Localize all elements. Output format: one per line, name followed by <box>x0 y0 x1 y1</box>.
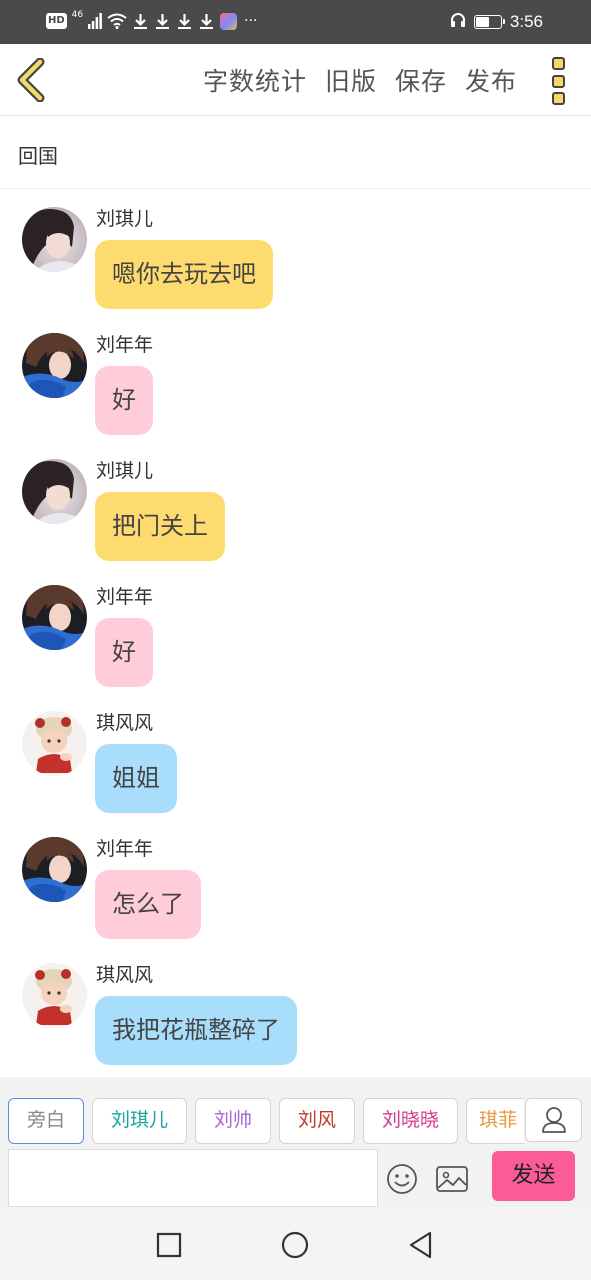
message-row[interactable]: 刘年年好 <box>0 568 591 688</box>
character-chip[interactable]: 刘晓晓 <box>363 1098 458 1144</box>
download-icon <box>198 13 215 30</box>
headphones-icon <box>450 12 466 32</box>
word-count-button[interactable]: 字数统计 <box>203 62 307 98</box>
sender-name: 刘年年 <box>96 838 154 860</box>
avatar-liunian <box>22 333 87 398</box>
more-notifications-icon: ··· <box>244 13 258 29</box>
system-nav-bar <box>0 1207 591 1280</box>
message-row[interactable]: 刘年年 怎么了 <box>0 820 591 940</box>
toolbar-actions: 字数统计 旧版 保存 发布 <box>203 44 517 116</box>
hd-badge: HD <box>46 13 67 29</box>
avatar-liunian <box>22 585 87 650</box>
story-title-row[interactable]: 回国 <box>0 116 591 189</box>
character-chip[interactable]: 刘风 <box>279 1098 355 1144</box>
sender-name: 刘年年 <box>96 586 154 608</box>
status-bar: HD 46 ··· 3:56 <box>0 0 591 44</box>
chevron-left-icon <box>17 57 45 103</box>
message-row[interactable]: 琪风风我把花瓶整碎了 <box>0 946 591 1066</box>
sender-name: 琪风风 <box>96 712 154 734</box>
sender-name: 琪风风 <box>96 964 154 986</box>
clock: 3:56 <box>509 12 543 31</box>
triangle-back-icon[interactable] <box>403 1227 439 1263</box>
wifi-icon <box>107 13 127 29</box>
battery-icon <box>473 15 505 29</box>
message-row[interactable]: 刘年年好 <box>0 316 591 436</box>
status-right: 3:56 <box>450 11 543 33</box>
top-toolbar: 字数统计 旧版 保存 发布 <box>0 44 591 116</box>
message-row[interactable]: 刘琪儿 嗯你去玩去吧 <box>0 190 591 310</box>
more-vertical-icon[interactable] <box>549 57 567 105</box>
message-bubble[interactable]: 嗯你去玩去吧 <box>95 240 273 309</box>
composer: 发送 <box>0 1149 591 1207</box>
send-button[interactable]: 发送 <box>492 1151 575 1201</box>
character-chip[interactable]: 刘帅 <box>195 1098 271 1144</box>
square-icon[interactable] <box>151 1227 187 1263</box>
avatar-qifengfeng <box>22 963 87 1028</box>
download-icon <box>154 13 171 30</box>
message-list: 刘琪儿 嗯你去玩去吧 刘年年好刘琪儿 把门关上 刘年年好琪风风 姐姐 刘年年 怎么了 琪风风 我把… <box>0 190 591 1076</box>
sender-name: 刘琪儿 <box>96 208 154 230</box>
circle-icon[interactable] <box>277 1227 313 1263</box>
message-bubble[interactable]: 姐姐 <box>95 744 177 813</box>
signal-type-label: 46 <box>71 10 84 20</box>
character-chip[interactable]: 刘琪儿 <box>92 1098 187 1144</box>
message-row[interactable]: 琪风风 姐姐 <box>0 694 591 814</box>
message-row[interactable]: 刘琪儿 把门关上 <box>0 442 591 562</box>
character-list: 旁白 刘琪儿 刘帅 刘风 刘晓晓 琪菲 <box>8 1098 524 1144</box>
user-icon[interactable] <box>525 1098 582 1142</box>
story-title: 回国 <box>18 144 58 168</box>
avatar-liuqier <box>22 459 87 524</box>
character-chip[interactable]: 琪菲 <box>466 1098 524 1144</box>
message-bubble[interactable]: 好 <box>95 618 153 687</box>
sender-name: 刘年年 <box>96 334 154 356</box>
message-bubble[interactable]: 好 <box>95 366 153 435</box>
back-button[interactable] <box>14 57 50 103</box>
save-button[interactable]: 保存 <box>395 62 447 98</box>
message-bubble[interactable]: 我把花瓶整碎了 <box>95 996 297 1065</box>
sender-name: 刘琪儿 <box>96 460 154 482</box>
avatar-liuqier <box>22 207 87 272</box>
old-version-button[interactable]: 旧版 <box>325 62 377 98</box>
cell-signal-icon <box>88 13 103 29</box>
avatar-liunian <box>22 837 87 902</box>
message-bubble[interactable]: 把门关上 <box>95 492 225 561</box>
download-icon <box>176 13 193 30</box>
download-icon <box>132 13 149 30</box>
status-left: HD 46 ··· <box>46 10 257 32</box>
message-bubble[interactable]: 怎么了 <box>95 870 201 939</box>
avatar-qifengfeng <box>22 711 87 776</box>
image-icon[interactable] <box>435 1163 469 1195</box>
message-input[interactable] <box>8 1149 378 1207</box>
character-chip[interactable]: 旁白 <box>8 1098 84 1144</box>
character-bar: 旁白 刘琪儿 刘帅 刘风 刘晓晓 琪菲 <box>0 1077 591 1149</box>
publish-button[interactable]: 发布 <box>465 62 517 98</box>
battery-level <box>475 17 489 27</box>
emoji-icon[interactable] <box>386 1163 418 1195</box>
app-notification-icon <box>220 12 238 30</box>
